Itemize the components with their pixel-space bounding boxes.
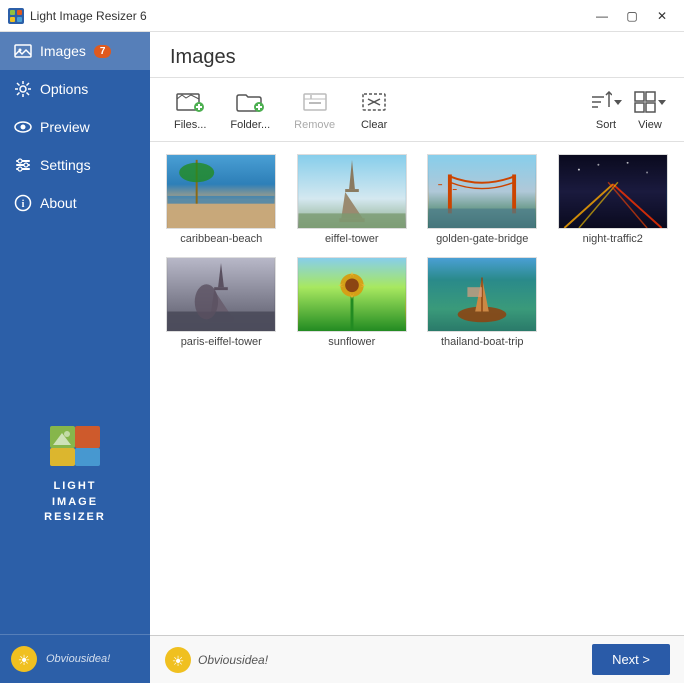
add-files-button[interactable]: Files... xyxy=(164,84,216,135)
about-icon: i xyxy=(14,194,32,212)
sidebar: Images 7 xyxy=(0,32,150,683)
bottom-logo-icon: ☀ xyxy=(164,646,192,674)
maximize-button[interactable]: ▢ xyxy=(618,5,646,27)
bottom-bar: ☀ Obviousidea! Next > xyxy=(150,635,684,683)
sidebar-item-images[interactable]: Images 7 xyxy=(0,32,150,70)
image-label-eiffel-tower: eiffel-tower xyxy=(325,233,379,245)
sidebar-item-about[interactable]: i About xyxy=(0,184,150,222)
remove-button[interactable]: Remove xyxy=(284,84,345,135)
remove-label: Remove xyxy=(294,119,335,131)
images-badge: 7 xyxy=(94,45,112,58)
toolbar: Files... Folder... xyxy=(150,78,684,142)
image-item-sunflower[interactable]: sunflower xyxy=(293,257,412,348)
image-item-golden-gate-bridge[interactable]: golden-gate-bridge xyxy=(423,154,542,245)
image-thumb-eiffel-tower xyxy=(297,154,407,229)
sidebar-logo-text: LIGHT IMAGE RESIZER xyxy=(44,479,106,525)
settings-icon xyxy=(14,156,32,174)
next-button[interactable]: Next > xyxy=(592,644,670,675)
app-body: Images 7 xyxy=(0,32,684,683)
sidebar-about-label: About xyxy=(40,195,77,211)
image-label-golden-gate-bridge: golden-gate-bridge xyxy=(436,233,528,245)
sort-button[interactable]: Sort xyxy=(586,84,626,135)
svg-text:☀: ☀ xyxy=(18,652,31,668)
remove-icon xyxy=(301,88,329,116)
image-item-thailand-boat-trip[interactable]: thailand-boat-trip xyxy=(423,257,542,348)
sort-label: Sort xyxy=(596,119,616,131)
image-thumb-golden-gate-bridge xyxy=(427,154,537,229)
footer-brand: Obviousidea! xyxy=(46,653,110,665)
clear-button[interactable]: Clear xyxy=(349,84,399,135)
add-files-label: Files... xyxy=(174,119,206,131)
image-label-night-traffic2: night-traffic2 xyxy=(583,233,643,245)
svg-text:i: i xyxy=(22,199,25,210)
image-label-caribbean-beach: caribbean-beach xyxy=(180,233,262,245)
image-thumb-paris-eiffel-tower xyxy=(166,257,276,332)
add-folder-button[interactable]: Folder... xyxy=(220,84,280,135)
image-thumb-night-traffic2 xyxy=(558,154,668,229)
bottom-brand: ☀ Obviousidea! xyxy=(164,646,268,674)
view-icon xyxy=(636,88,664,116)
options-icon xyxy=(14,80,32,98)
close-button[interactable]: ✕ xyxy=(648,5,676,27)
view-button[interactable]: View xyxy=(630,84,670,135)
toolbar-right: Sort xyxy=(586,84,670,135)
window-title: Light Image Resizer 6 xyxy=(30,9,588,23)
image-item-paris-eiffel-tower[interactable]: paris-eiffel-tower xyxy=(162,257,281,348)
sidebar-footer: ☀ Obviousidea! xyxy=(0,634,150,683)
image-label-paris-eiffel-tower: paris-eiffel-tower xyxy=(181,336,262,348)
add-files-icon xyxy=(176,88,204,116)
sidebar-item-preview[interactable]: Preview xyxy=(0,108,150,146)
sidebar-options-label: Options xyxy=(40,81,88,97)
title-bar: Light Image Resizer 6 — ▢ ✕ xyxy=(0,0,684,32)
sidebar-logo-icon xyxy=(45,421,105,471)
main-content: Images Files... xyxy=(150,32,684,683)
images-icon xyxy=(14,42,32,60)
image-item-night-traffic2[interactable]: night-traffic2 xyxy=(554,154,673,245)
minimize-button[interactable]: — xyxy=(588,5,616,27)
window-controls: — ▢ ✕ xyxy=(588,5,676,27)
preview-icon xyxy=(14,118,32,136)
clear-icon xyxy=(360,88,388,116)
view-label: View xyxy=(638,119,662,131)
footer-logo-icon: ☀ xyxy=(10,645,38,673)
image-item-caribbean-beach[interactable]: caribbean-beach xyxy=(162,154,281,245)
sidebar-item-options[interactable]: Options xyxy=(0,70,150,108)
add-folder-label: Folder... xyxy=(230,119,270,131)
svg-text:☀: ☀ xyxy=(172,653,185,669)
image-label-sunflower: sunflower xyxy=(328,336,375,348)
sidebar-settings-label: Settings xyxy=(40,157,91,173)
sidebar-images-label: Images xyxy=(40,43,86,59)
bottom-brand-text: Obviousidea! xyxy=(198,653,268,667)
add-folder-icon xyxy=(236,88,264,116)
sidebar-nav: Images 7 xyxy=(0,32,150,313)
image-thumb-caribbean-beach xyxy=(166,154,276,229)
sort-icon xyxy=(592,88,620,116)
app-icon xyxy=(8,8,24,24)
image-thumb-thailand-boat-trip xyxy=(427,257,537,332)
image-item-eiffel-tower[interactable]: eiffel-tower xyxy=(293,154,412,245)
sidebar-preview-label: Preview xyxy=(40,119,90,135)
clear-label: Clear xyxy=(361,119,387,131)
image-thumb-sunflower xyxy=(297,257,407,332)
image-grid: caribbean-beach eiffel-tower xyxy=(162,154,672,348)
sidebar-item-settings[interactable]: Settings xyxy=(0,146,150,184)
page-header: Images xyxy=(150,32,684,78)
image-label-thailand-boat-trip: thailand-boat-trip xyxy=(441,336,524,348)
page-title: Images xyxy=(170,46,664,69)
image-grid-container: caribbean-beach eiffel-tower xyxy=(150,142,684,635)
